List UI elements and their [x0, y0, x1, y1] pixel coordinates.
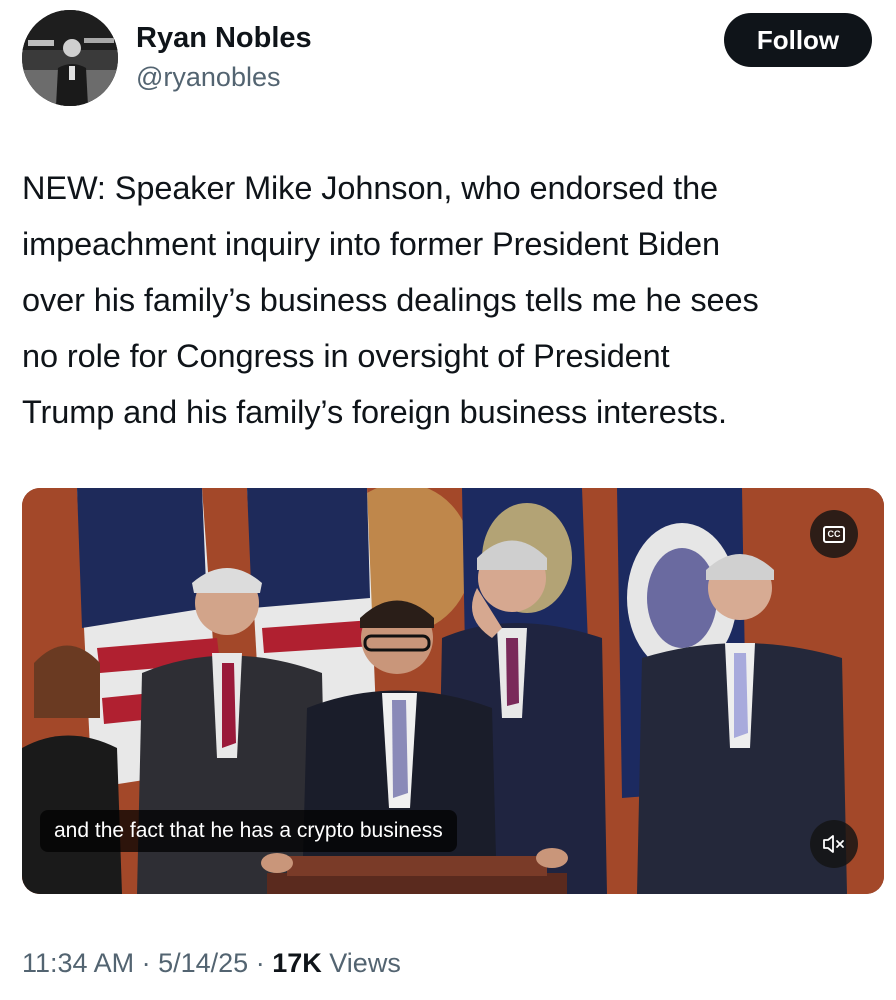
tweet-line: NEW: Speaker Mike Johnson, who endorsed …	[22, 170, 719, 206]
author-name[interactable]: Ryan Nobles	[136, 22, 312, 55]
tweet-time[interactable]: 11:34 AM	[22, 948, 134, 978]
mute-button[interactable]	[810, 820, 858, 868]
tweet-line: impeachment inquiry into former Presiden…	[22, 226, 721, 262]
avatar-photo	[22, 10, 118, 106]
author-handle[interactable]: @ryanobles	[136, 62, 280, 93]
video-player[interactable]: CC and the fact that he has a crypto bus…	[22, 488, 884, 894]
views-count: 17K	[272, 948, 322, 978]
tweet-date[interactable]: 5/14/25	[158, 948, 248, 978]
tweet-line: no role for Congress in oversight of Pre…	[22, 338, 670, 374]
tweet-line: over his family’s business dealings tell…	[22, 282, 759, 318]
avatar[interactable]	[22, 10, 118, 106]
closed-captions-icon: CC	[823, 525, 845, 543]
speaker-muted-icon	[823, 835, 844, 853]
tweet-text: NEW: Speaker Mike Johnson, who endorsed …	[22, 160, 887, 440]
closed-captions-button[interactable]: CC	[810, 510, 858, 558]
tweet-metadata: 11:34 AM · 5/14/25 · 17K Views	[22, 948, 401, 979]
meta-separator: ·	[141, 948, 151, 978]
views-label: Views	[329, 948, 401, 978]
tweet-line: Trump and his family’s foreign business …	[22, 394, 727, 430]
tweet-header: Ryan Nobles @ryanobles Follow	[22, 10, 872, 110]
video-caption: and the fact that he has a crypto busine…	[40, 810, 457, 852]
meta-separator: ·	[255, 948, 265, 978]
follow-button[interactable]: Follow	[724, 13, 872, 67]
